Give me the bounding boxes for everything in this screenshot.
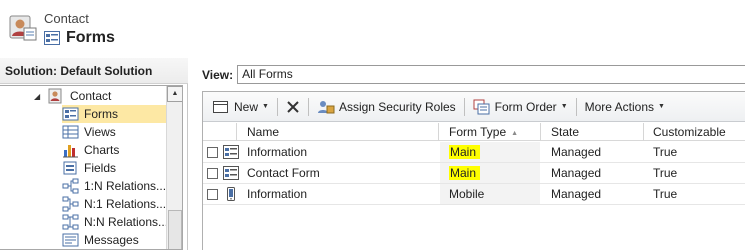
messages-icon [62, 233, 79, 247]
tree-item-fields[interactable]: Fields [62, 159, 116, 177]
toolbar-separator [463, 97, 465, 116]
form-order-label: Form Order [494, 99, 557, 114]
tree-scrollbar[interactable]: ▲ [166, 86, 182, 249]
tree-item-n1-relationships[interactable]: N:1 Relations... [62, 195, 166, 213]
cell-customizable: True [653, 166, 678, 180]
fields-icon [63, 161, 77, 175]
mobile-form-icon [227, 187, 235, 201]
cell-state: Managed [551, 166, 602, 180]
sort-ascending-icon: ▲ [511, 130, 519, 137]
view-selector[interactable]: All Forms [237, 65, 745, 84]
dropdown-caret-icon: ▼ [262, 103, 269, 110]
scroll-up-arrow-icon[interactable]: ▲ [167, 86, 182, 102]
cell-state: Managed [551, 145, 602, 159]
cell-name[interactable]: Contact Form [238, 163, 320, 183]
security-roles-icon [317, 100, 335, 113]
cell-customizable: True [653, 145, 678, 159]
cell-customizable: True [653, 187, 678, 201]
view-label: View: [202, 67, 234, 82]
tree-item-label: Forms [84, 107, 118, 121]
column-header-customizable[interactable]: Customizable [644, 123, 726, 141]
table-row[interactable]: Contact Form Main Managed True [203, 163, 745, 184]
row-checkbox[interactable] [207, 168, 218, 179]
page-header: Contact Forms [0, 0, 745, 58]
tree-item-label: Fields [84, 161, 117, 175]
assign-security-roles-label: Assign Security Roles [338, 99, 456, 114]
cell-state: Managed [551, 187, 602, 201]
cell-form-type: Main [440, 142, 481, 162]
tree-item-nn-relationships[interactable]: N:N Relations... [62, 213, 168, 231]
entity-name: Contact [44, 11, 89, 26]
forms-icon [44, 31, 60, 45]
scrollbar-thumb[interactable] [168, 210, 182, 249]
page-title: Forms [66, 29, 115, 46]
toolbar-separator [575, 97, 577, 116]
tree-item-label: Views [84, 125, 116, 139]
dropdown-caret-icon: ▼ [560, 103, 568, 110]
grid-toolbar: New ▼ Assign Security Roles Form Order ▼… [203, 92, 745, 122]
tree-item-forms[interactable]: Forms [62, 105, 166, 123]
column-divider [236, 123, 237, 141]
row-checkbox[interactable] [207, 147, 218, 158]
main-form-icon [223, 166, 239, 180]
views-icon [62, 125, 79, 139]
cell-name[interactable]: Information [238, 142, 307, 162]
form-order-icon [473, 99, 490, 114]
tree-item-contact[interactable]: Contact [48, 87, 111, 105]
relationship-n1-icon [62, 196, 79, 212]
new-button[interactable]: New ▼ [208, 96, 273, 118]
table-row[interactable]: Information Mobile Managed True [203, 184, 745, 205]
forms-icon [62, 107, 79, 121]
tree-item-views[interactable]: Views [62, 123, 116, 141]
solution-label: Solution: Default Solution [0, 58, 188, 84]
main-form-icon [223, 145, 239, 159]
charts-icon [63, 145, 78, 158]
main-content: View: All Forms New ▼ Assign Security Ro… [193, 58, 745, 250]
column-header-form-type[interactable]: Form Type ▲ [440, 123, 518, 141]
tree-item-label: Contact [70, 89, 112, 103]
collapse-expander-icon[interactable]: ◢ [34, 92, 40, 101]
tree-item-label: N:N Relations... [84, 215, 169, 229]
solution-navigation-pane: Solution: Default Solution ◢ Contact For… [0, 58, 188, 250]
contact-entity-icon [9, 15, 37, 41]
highlighted-form-type: Main [449, 166, 481, 180]
dropdown-caret-icon: ▼ [658, 103, 665, 110]
toolbar-separator [276, 97, 278, 116]
tree-item-charts[interactable]: Charts [62, 141, 119, 159]
assign-security-roles-button[interactable]: Assign Security Roles [313, 96, 460, 118]
contact-icon [48, 88, 62, 104]
grid-column-header: Name Form Type ▲ State Customizable [203, 123, 745, 141]
tree-item-label: N:1 Relations... [84, 197, 167, 211]
cell-form-type: Main [440, 163, 481, 183]
delete-button[interactable] [282, 96, 304, 118]
new-form-icon [213, 100, 228, 113]
delete-x-icon [287, 100, 299, 113]
table-row[interactable]: Information Main Managed True [203, 142, 745, 163]
column-divider [438, 123, 439, 141]
more-actions-button[interactable]: More Actions ▼ [581, 96, 669, 118]
cell-form-type: Mobile [449, 187, 485, 201]
tree-item-label: Charts [84, 143, 120, 157]
highlighted-form-type: Main [449, 145, 481, 159]
cell-name[interactable]: Information [238, 184, 307, 204]
more-actions-label: More Actions [584, 99, 654, 114]
solution-tree: ◢ Contact Forms Views Charts Fields 1:N … [0, 85, 183, 250]
form-order-button[interactable]: Form Order ▼ [469, 96, 572, 118]
column-header-state[interactable]: State [542, 123, 579, 141]
new-label: New [234, 99, 259, 114]
row-checkbox[interactable] [207, 189, 218, 200]
column-header-name[interactable]: Name [238, 123, 279, 141]
toolbar-separator [307, 97, 309, 116]
tree-item-messages[interactable]: Messages [62, 231, 139, 249]
tree-item-1n-relationships[interactable]: 1:N Relations... [62, 177, 166, 195]
column-divider [540, 123, 541, 141]
tree-item-label: Messages [84, 233, 139, 247]
relationship-nn-icon [62, 214, 79, 230]
relationship-1n-icon [62, 178, 79, 194]
forms-grid: New ▼ Assign Security Roles Form Order ▼… [202, 91, 745, 250]
column-header-label: Form Type [449, 125, 507, 139]
tree-item-label: 1:N Relations... [84, 179, 167, 193]
